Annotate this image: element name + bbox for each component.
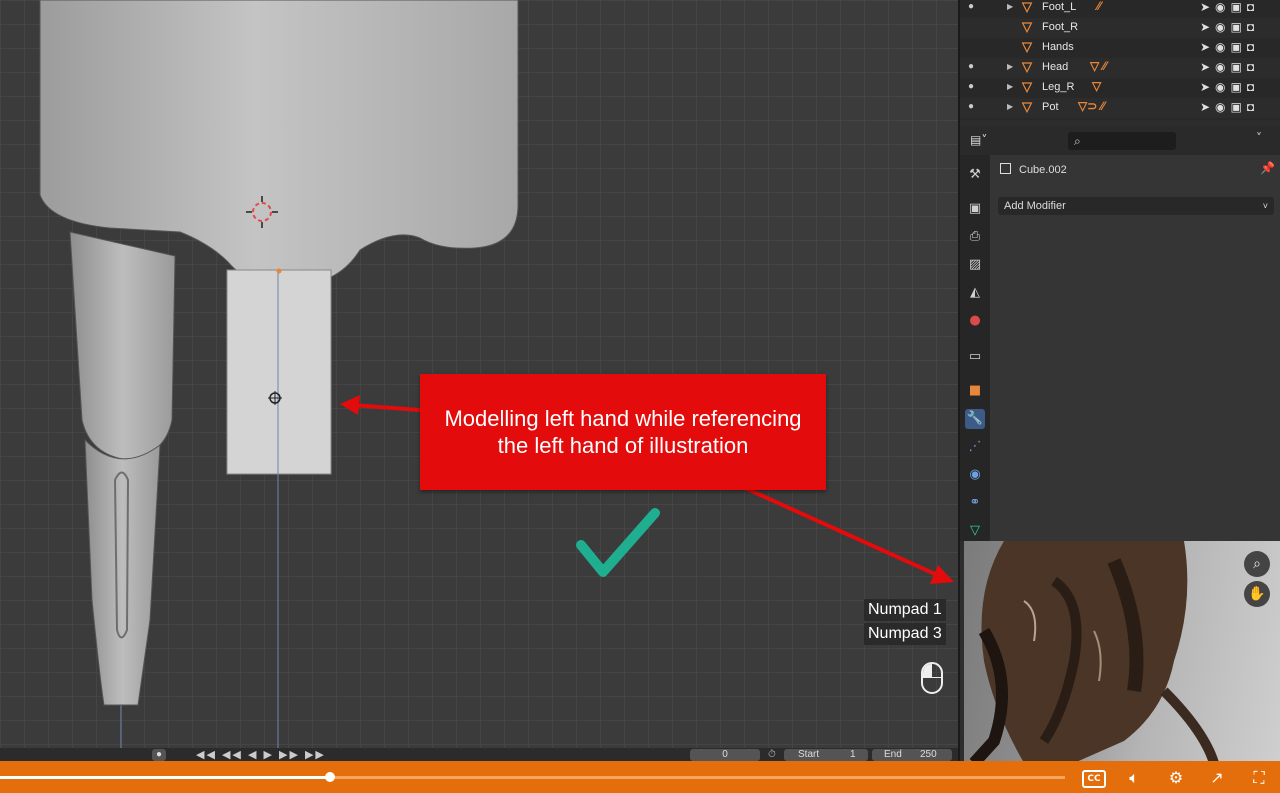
start-frame-field[interactable]: Start 1 [784, 749, 868, 761]
selected-cube [226, 269, 332, 475]
reference-illustration [964, 541, 1280, 763]
particles-tab-icon[interactable]: ⋰ [965, 437, 985, 457]
visibility-icons[interactable]: ➤◉▣◘ [1200, 100, 1259, 114]
scene-tab-icon[interactable]: ◭ [965, 283, 985, 303]
mesh-icon: ▽ [1022, 0, 1032, 14]
3d-viewport[interactable]: Modelling left hand while referencing th… [0, 0, 958, 761]
pan-hand-icon[interactable]: ✋ [1244, 581, 1270, 607]
outliner-item-label: Pot [1042, 101, 1059, 113]
expand-arrow-icon[interactable]: ▶ [1007, 62, 1013, 71]
properties-search[interactable]: ⌕ [1068, 132, 1176, 150]
properties-tabs: ⚒ ▣ ⎙ ▨ ◭ ● ▭ ■ 🔧 ⋰ ◉ ⚭ ▽ [960, 155, 990, 541]
record-button[interactable]: ● [152, 749, 166, 761]
outliner-item-label: Head [1042, 61, 1069, 73]
mesh-icon: ▽ [1022, 59, 1032, 74]
modifier-icon: ⁄⁄ [1097, 0, 1102, 13]
visibility-icons[interactable]: ➤◉▣◘ [1200, 60, 1259, 74]
editor-type-icon[interactable]: ▤˅ [970, 133, 994, 149]
end-label: End [884, 749, 902, 760]
outliner-item-label: Foot_R [1042, 21, 1079, 33]
end-frame-field[interactable]: End 250 [872, 749, 952, 761]
properties-panel: ▤˅ ⌕ ˅ ⚒ ▣ ⎙ ▨ ◭ ● ▭ ■ 🔧 ⋰ ◉ ⚭ ▽ Cube.00… [958, 127, 1280, 541]
current-frame-field[interactable]: 0 [690, 749, 760, 761]
key-hint-numpad1: Numpad 1 [864, 599, 946, 621]
modifier-tab-icon[interactable]: 🔧 [965, 409, 985, 429]
progress-track[interactable] [0, 772, 1065, 782]
start-value: 1 [850, 749, 856, 760]
video-player-bar: CC 🔈︎ ⚙ ↗ ⛶ [0, 761, 1280, 793]
add-modifier-dropdown[interactable]: Add Modifier ˅ [998, 197, 1274, 215]
chevron-down-icon: ˅ [1262, 201, 1268, 211]
outliner-row-foot-r[interactable]: ▽ Foot_R ➤◉▣◘ [960, 18, 1280, 38]
visibility-icons[interactable]: ➤◉▣◘ [1200, 80, 1259, 94]
callout-line-1: Modelling left hand while referencing [444, 406, 802, 431]
visibility-icons[interactable]: ➤◉▣◘ [1200, 0, 1259, 14]
outliner-row-head[interactable]: ● ▶ ▽ Head ▽ ⁄⁄ ➤◉▣◘ [960, 58, 1280, 78]
collection-tab-icon[interactable]: ▭ [965, 347, 985, 367]
timeline-bar: ● ◀◀ ◀◀ ◀ ▶ ▶▶ ▶▶ 0 ⏱ Start 1 End 250 [0, 748, 958, 761]
data-tab-icon[interactable]: ▽ [965, 521, 985, 541]
tool-tab-icon[interactable]: ⚒ [965, 165, 985, 185]
zoom-icon[interactable]: ⌕ [1244, 551, 1270, 577]
add-modifier-label: Add Modifier [1004, 200, 1066, 212]
progress-knob[interactable] [325, 772, 336, 782]
outliner-row-foot-l[interactable]: ● ▶ ▽ Foot_L ⁄⁄ ➤◉▣◘ [960, 0, 1280, 18]
mesh-icon: ▽ [1022, 79, 1032, 94]
visibility-icons[interactable]: ➤◉▣◘ [1200, 40, 1259, 54]
visibility-icons[interactable]: ➤◉▣◘ [1200, 20, 1259, 34]
modifier-icons: ▽ ⁄⁄ [1090, 59, 1107, 73]
arm-mesh [69, 231, 176, 461]
outliner-panel: ● ▶ ▽ Foot_L ⁄⁄ ➤◉▣◘ ▽ Foot_R ➤◉▣◘ ▽ Han… [958, 0, 1280, 127]
output-tab-icon[interactable]: ⎙ [965, 227, 985, 247]
outliner-row-pot[interactable]: ● ▶ ▽ Pot ▽⊃ ⁄⁄ ➤◉▣◘ [960, 98, 1280, 118]
reference-image-viewer[interactable]: ⌕ ✋ [958, 541, 1280, 763]
end-value: 250 [920, 749, 937, 760]
physics-tab-icon[interactable]: ◉ [965, 465, 985, 485]
mouse-left-click-icon [921, 662, 943, 694]
outliner-partial-row [960, 120, 1280, 127]
view-layer-tab-icon[interactable]: ▨ [965, 255, 985, 275]
properties-header: ▤˅ ⌕ ˅ [960, 127, 1280, 155]
start-label: Start [798, 749, 820, 760]
render-tab-icon[interactable]: ▣ [965, 199, 985, 219]
outliner-item-label: Hands [1042, 41, 1074, 53]
callout-line-2: the left hand of illustration [497, 433, 749, 458]
share-icon[interactable]: ↗ [1204, 767, 1230, 789]
settings-gear-icon[interactable]: ⚙ [1163, 767, 1189, 789]
progress-fill [0, 776, 331, 779]
options-chevron-icon[interactable]: ˅ [1256, 131, 1262, 145]
annotation-callout: Modelling left hand while referencing th… [420, 374, 826, 490]
illustration-figure [969, 541, 1219, 763]
outliner-item-label: Leg_R [1042, 81, 1075, 93]
modifier-icons: ▽⊃ ⁄⁄ [1078, 99, 1105, 113]
object-name: Cube.002 [1019, 164, 1067, 176]
expand-arrow-icon[interactable]: ▶ [1007, 102, 1013, 111]
forearm-mesh [84, 438, 161, 706]
mesh-icon: ▽ [1022, 19, 1032, 34]
volume-icon[interactable]: 🔈︎ [1121, 767, 1147, 789]
fullscreen-icon[interactable]: ⛶ [1246, 767, 1272, 789]
constraints-tab-icon[interactable]: ⚭ [965, 493, 985, 513]
world-tab-icon[interactable]: ● [965, 311, 985, 331]
playback-controls[interactable]: ◀◀ ◀◀ ◀ ▶ ▶▶ ▶▶ [196, 748, 326, 761]
mesh-icon: ▽ [1022, 99, 1032, 114]
outliner-row-hands[interactable]: ▽ Hands ➤◉▣◘ [960, 38, 1280, 58]
mesh-icon: ▽ [1022, 39, 1032, 54]
checkmark-icon [576, 508, 660, 577]
modifier-properties: Cube.002 📌 Add Modifier ˅ [990, 155, 1280, 541]
outliner-item-label: Foot_L [1042, 1, 1077, 13]
outliner-row-leg-r[interactable]: ● ▶ ▽ Leg_R ▽ ➤◉▣◘ [960, 78, 1280, 98]
origin-dot [276, 268, 282, 274]
captions-button[interactable]: CC [1082, 770, 1106, 788]
object-icon [1000, 163, 1011, 174]
key-hint-numpad3: Numpad 3 [864, 623, 946, 645]
pin-icon[interactable]: 📌 [1260, 161, 1275, 175]
object-name-label: Cube.002 [1000, 163, 1067, 176]
expand-arrow-icon[interactable]: ▶ [1007, 82, 1013, 91]
stopwatch-icon[interactable]: ⏱ [768, 749, 776, 760]
expand-arrow-icon[interactable]: ▶ [1007, 2, 1013, 11]
mesh-data-icon: ▽ [1092, 79, 1102, 93]
object-tab-icon[interactable]: ■ [965, 381, 985, 401]
